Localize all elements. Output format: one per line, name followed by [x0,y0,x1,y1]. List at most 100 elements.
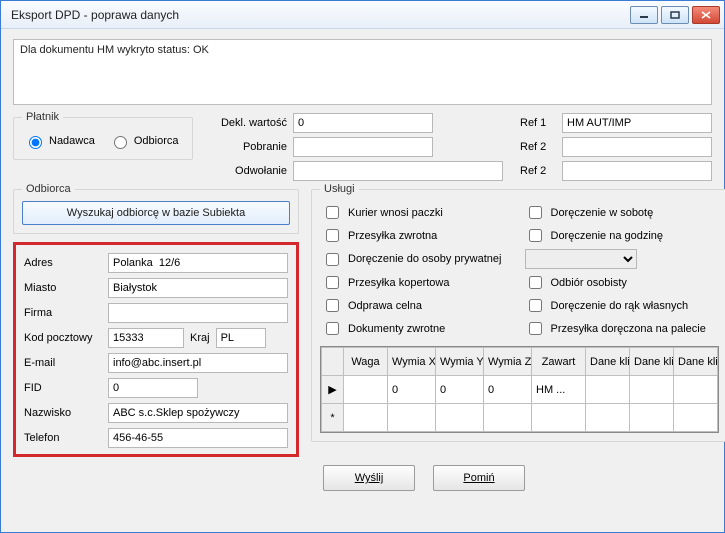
services-group: Usługi Kurier wnosi paczkiDoręczenie w s… [311,183,725,442]
service-label: Odprawa celna [348,300,422,312]
service-checkbox-input[interactable] [529,299,542,312]
service-checkbox-input[interactable] [529,276,542,289]
service-checkbox[interactable]: Doręczenie do rąk własnych [525,296,718,315]
pobranie-label: Pobranie [211,141,289,153]
service-checkbox-input[interactable] [326,322,339,335]
payer-legend: Płatnik [22,111,63,123]
radio-nadawca[interactable]: Nadawca [24,133,95,149]
table-header[interactable]: Wymia Y [436,348,484,376]
service-checkbox[interactable]: Odbiór osobisty [525,273,718,292]
service-checkbox-input[interactable] [326,229,339,242]
service-checkbox-input[interactable] [326,253,339,266]
table-cell[interactable]: 0 [436,376,484,404]
parcels-table[interactable]: WagaWymia XWymia YWymia ZZawartDane kli.… [321,347,718,432]
radio-nadawca-input[interactable] [29,136,42,149]
table-cell[interactable] [674,404,718,432]
service-checkbox-input[interactable] [326,276,339,289]
ref2b-input[interactable] [562,161,712,181]
table-header[interactable]: Wymia X [388,348,436,376]
table-cell[interactable] [436,404,484,432]
miasto-input[interactable] [108,278,288,298]
parcels-table-wrap: WagaWymia XWymia YWymia ZZawartDane kli.… [320,346,719,433]
service-checkbox[interactable]: Doręczenie w sobotę [525,203,718,222]
radio-odbiorca-input[interactable] [114,136,127,149]
ref1-input[interactable] [562,113,712,133]
table-cell[interactable] [674,376,718,404]
table-cell[interactable]: 0 [388,376,436,404]
skip-button[interactable]: Pomiń [433,465,525,491]
search-recipient-button[interactable]: Wyszukaj odbiorcę w bazie Subiekta [22,201,290,225]
table-cell[interactable] [630,376,674,404]
odwolanie-label: Odwołanie [211,165,289,177]
adres-input[interactable] [108,253,288,273]
service-checkbox[interactable]: Przesyłka kopertowa [322,273,515,292]
radio-odbiorca-label: Odbiorca [134,135,179,147]
delivery-time-select[interactable] [525,249,637,269]
service-label: Doręczenie do rąk własnych [551,300,689,312]
service-label: Przesyłka doręczona na palecie [551,323,706,335]
service-checkbox[interactable]: Przesyłka doręczona na palecie [525,319,718,338]
kraj-input[interactable] [216,328,266,348]
title-bar: Eksport DPD - poprawa danych [1,1,724,29]
nazwisko-label: Nazwisko [24,407,102,419]
firma-input[interactable] [108,303,288,323]
window-title: Eksport DPD - poprawa danych [11,8,630,22]
radio-nadawca-label: Nadawca [49,135,95,147]
radio-odbiorca[interactable]: Odbiorca [109,133,179,149]
service-checkbox[interactable]: Dokumenty zwrotne [322,319,515,338]
table-cell[interactable] [344,404,388,432]
table-cell[interactable]: 0 [484,376,532,404]
ref2a-label: Ref 2 [520,141,558,153]
nazwisko-input[interactable] [108,403,288,423]
service-checkbox[interactable]: Doręczenie na godzinę [525,226,718,245]
table-cell[interactable] [532,404,586,432]
dekl-wartosc-label: Dekl. wartość [211,117,289,129]
table-cell[interactable] [586,404,630,432]
service-checkbox-input[interactable] [529,229,542,242]
service-checkbox[interactable]: Przesyłka zwrotna [322,226,515,245]
dekl-wartosc-input[interactable] [293,113,433,133]
table-cell[interactable]: 0 [344,376,388,404]
table-cell[interactable] [484,404,532,432]
table-header[interactable]: Wymia Z [484,348,532,376]
row-marker: * [322,404,344,432]
service-label: Dokumenty zwrotne [348,323,445,335]
table-header[interactable]: Dane kli. 1 [586,348,630,376]
minimize-button[interactable] [630,6,658,24]
status-message: Dla dokumentu HM wykryto status: OK [13,39,712,105]
send-button[interactable]: Wyślij [323,465,415,491]
service-checkbox-input[interactable] [326,299,339,312]
service-checkbox-input[interactable] [529,322,542,335]
table-cell[interactable] [586,376,630,404]
table-header[interactable]: Zawart [532,348,586,376]
service-checkbox-input[interactable] [529,206,542,219]
pobranie-input[interactable] [293,137,433,157]
email-input[interactable] [108,353,288,373]
service-label: Doręczenie na godzinę [551,230,664,242]
email-label: E-mail [24,357,102,369]
service-checkbox[interactable]: Kurier wnosi paczki [322,203,515,222]
maximize-button[interactable] [661,6,689,24]
service-checkbox-input[interactable] [326,206,339,219]
table-row[interactable]: ▶0000HM ... [322,376,718,404]
table-header[interactable]: Dane kli. 3 [674,348,718,376]
table-header[interactable]: Dane kli. 2 [630,348,674,376]
table-header[interactable] [322,348,344,376]
service-label: Kurier wnosi paczki [348,207,443,219]
table-cell[interactable] [630,404,674,432]
service-checkbox[interactable]: Odprawa celna [322,296,515,315]
table-header[interactable]: Waga [344,348,388,376]
fid-input[interactable] [108,378,198,398]
table-row[interactable]: * [322,404,718,432]
recipient-group: Odbiorca Wyszukaj odbiorcę w bazie Subie… [13,183,299,234]
service-checkbox[interactable]: Doręczenie do osoby prywatnej [322,249,515,269]
table-cell[interactable] [388,404,436,432]
odwolanie-input[interactable] [293,161,503,181]
recipient-highlight-frame: Adres Miasto Firma Kod pocztowy Kraj E-m… [13,242,299,457]
close-button[interactable] [692,6,720,24]
table-cell[interactable]: HM ... [532,376,586,404]
ref2a-input[interactable] [562,137,712,157]
kod-input[interactable] [108,328,184,348]
telefon-input[interactable] [108,428,288,448]
kod-label: Kod pocztowy [24,332,102,344]
